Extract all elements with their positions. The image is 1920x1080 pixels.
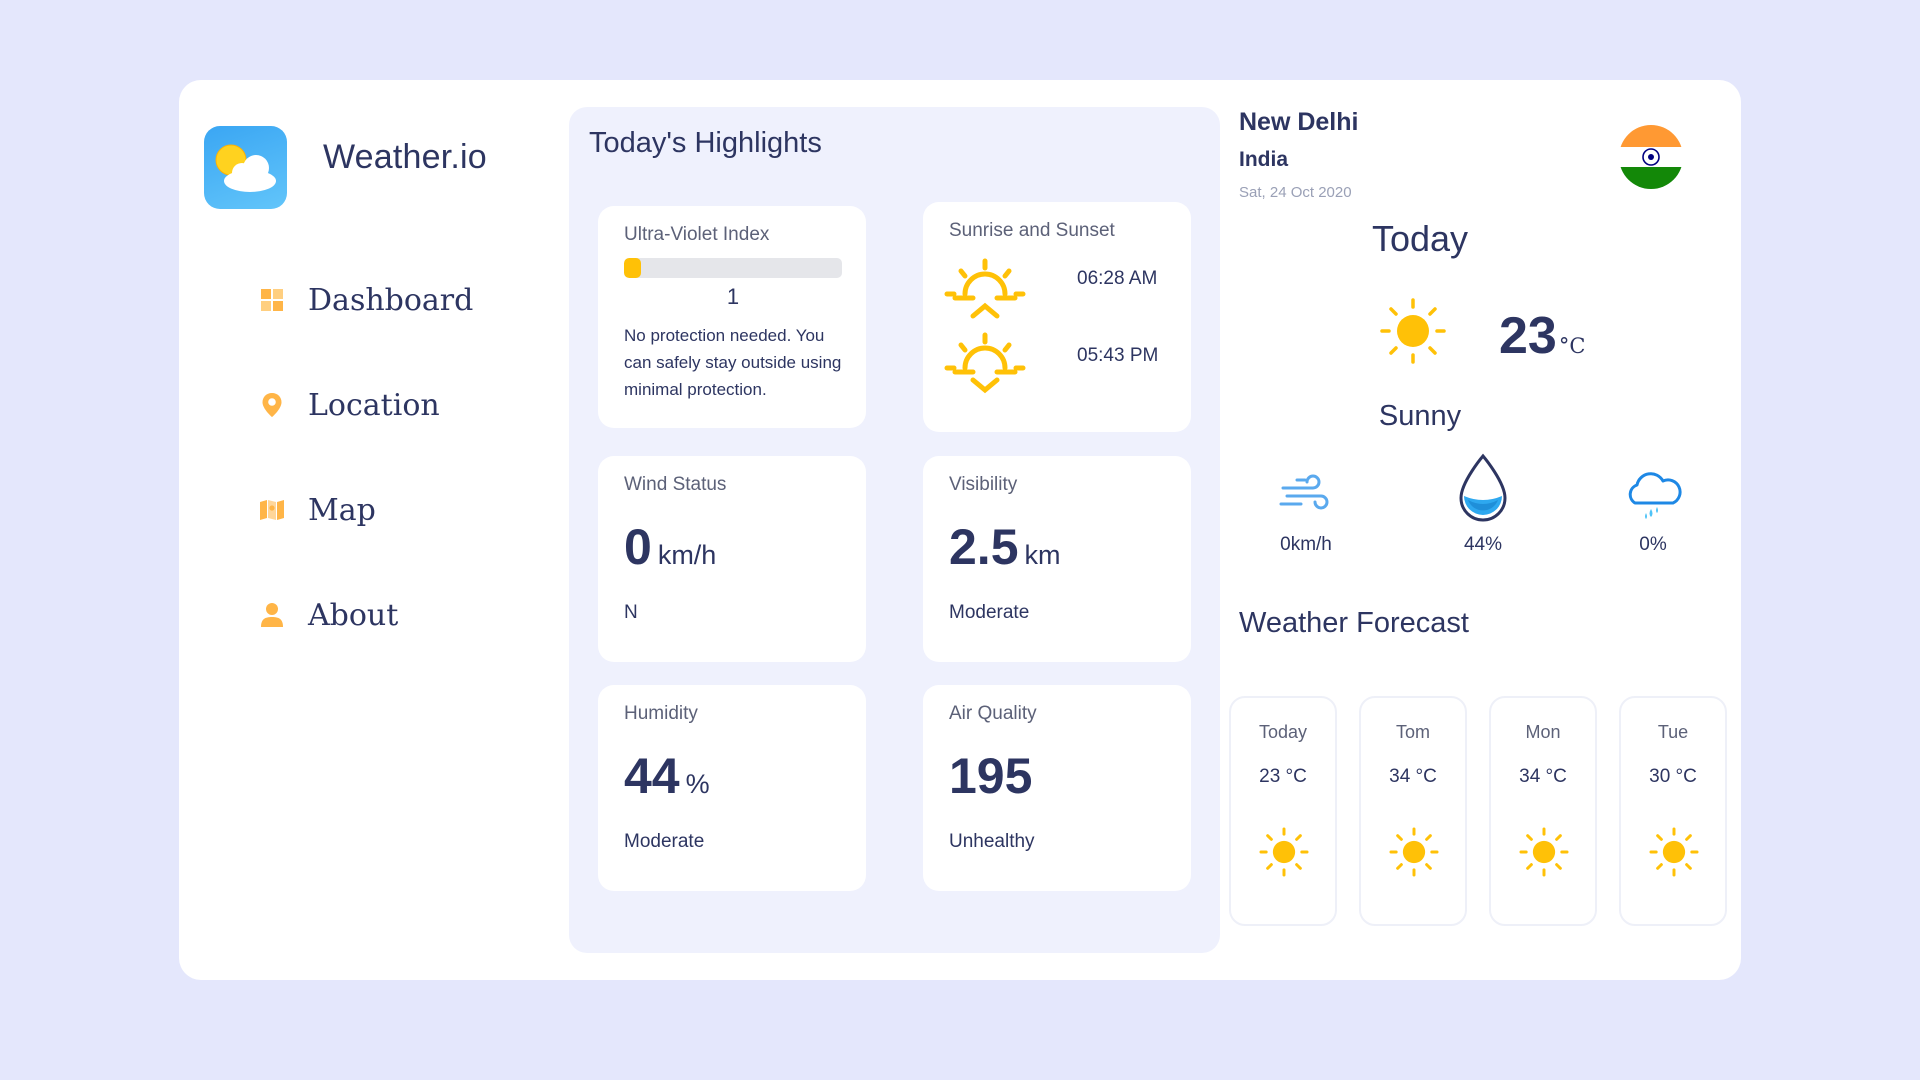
uv-progress-fill — [624, 258, 642, 278]
precipitation-stat: 0% — [1639, 534, 1667, 555]
air-quality-value: 195 — [949, 748, 1033, 804]
sun-icon — [1388, 826, 1440, 883]
forecast-temp: 30 °C — [1649, 766, 1697, 787]
sidebar-item-about[interactable]: About — [259, 595, 398, 635]
humidity-unit: % — [685, 769, 710, 799]
forecast-day: Today — [1258, 722, 1308, 742]
wind-speed: 0 — [624, 519, 652, 575]
sunset-icon — [943, 332, 1027, 409]
sun-icon — [1258, 826, 1310, 883]
uv-value: 1 — [726, 284, 740, 309]
card-title: Sunrise and Sunset — [949, 220, 1115, 241]
app-window: Weather.io Dashboard Location Map About … — [179, 80, 1741, 980]
wind-icon — [1277, 468, 1335, 523]
country-name: India — [1239, 148, 1289, 171]
sun-icon — [1518, 826, 1570, 883]
humidity-card: Humidity 44% Moderate — [598, 685, 866, 891]
sidebar-item-label: Map — [308, 492, 376, 528]
sun-icon — [1648, 826, 1700, 883]
highlights-panel: Today's Highlights Ultra-Violet Index 1 … — [569, 107, 1220, 953]
air-quality-status: Unhealthy — [949, 831, 1035, 852]
wind-unit: km/h — [657, 540, 717, 570]
visibility-number: 2.5 — [949, 519, 1019, 575]
card-title: Wind Status — [624, 474, 727, 495]
humidity-status: Moderate — [624, 831, 705, 852]
humidity-stat: 44% — [1463, 534, 1503, 555]
wind-speed-stat: 0km/h — [1280, 534, 1332, 555]
city-name: New Delhi — [1239, 108, 1359, 136]
visibility-card: Visibility 2.5 km Moderate — [923, 456, 1191, 662]
rain-cloud-icon — [1621, 467, 1685, 536]
forecast-card[interactable]: Today 23 °C — [1229, 696, 1337, 926]
app-name: Weather.io — [323, 138, 487, 176]
sidebar-item-map[interactable]: Map — [259, 490, 376, 530]
forecast-temp: 34 °C — [1389, 766, 1437, 787]
forecast-card[interactable]: Tom 34 °C — [1359, 696, 1467, 926]
today-heading: Today — [1371, 218, 1469, 259]
wind-status-card: Wind Status 0 km/h N — [598, 456, 866, 662]
card-title: Ultra-Violet Index — [624, 224, 770, 245]
visibility-value: 2.5 km — [949, 518, 1061, 576]
forecast-day: Tue — [1657, 722, 1689, 742]
forecast-temp: 23 °C — [1259, 766, 1307, 787]
forecast-day: Tom — [1395, 722, 1430, 742]
uv-progress-bar — [624, 258, 842, 278]
user-icon — [259, 602, 285, 628]
visibility-status: Moderate — [949, 602, 1030, 623]
uv-index-card: Ultra-Violet Index 1 No protection neede… — [598, 206, 866, 428]
sunset-time: 05:43 PM — [1077, 345, 1159, 366]
temperature-unit: °C — [1558, 334, 1586, 358]
current-date: Sat, 24 Oct 2020 — [1239, 184, 1352, 201]
temperature-value: 23 — [1499, 307, 1557, 365]
grid-icon — [259, 287, 285, 313]
wind-value: 0 km/h — [624, 518, 716, 576]
card-title: Air Quality — [949, 703, 1037, 724]
air-quality-card: Air Quality 195 Unhealthy — [923, 685, 1191, 891]
wind-direction: N — [624, 602, 638, 623]
sunrise-time: 06:28 AM — [1077, 268, 1158, 289]
sidebar-item-location[interactable]: Location — [259, 385, 440, 425]
sun-icon — [1378, 296, 1448, 371]
sunrise-icon — [943, 258, 1027, 329]
sidebar-item-label: About — [308, 597, 399, 633]
forecast-title: Weather Forecast — [1239, 607, 1469, 639]
forecast-day: Mon — [1525, 722, 1561, 742]
sidebar-item-label: Dashboard — [308, 282, 474, 318]
humidity-drop-icon — [1455, 452, 1511, 529]
map-icon — [259, 497, 285, 523]
visibility-unit: km — [1024, 540, 1061, 570]
humidity-value: 44% — [624, 747, 710, 805]
card-title: Humidity — [624, 703, 698, 724]
weather-condition: Sunny — [1378, 400, 1462, 432]
sunrise-sunset-card: Sunrise and Sunset 06:28 AM 05:43 PM — [923, 202, 1191, 432]
card-title: Visibility — [949, 474, 1018, 495]
forecast-card[interactable]: Tue 30 °C — [1619, 696, 1727, 926]
forecast-temp: 34 °C — [1519, 766, 1567, 787]
location-pin-icon — [259, 392, 285, 418]
humidity-number: 44 — [624, 748, 680, 804]
sidebar-item-label: Location — [308, 387, 440, 423]
highlights-title: Today's Highlights — [589, 127, 822, 159]
uv-description: No protection needed. You can safely sta… — [624, 326, 842, 399]
forecast-card[interactable]: Mon 34 °C — [1489, 696, 1597, 926]
sidebar-item-dashboard[interactable]: Dashboard — [259, 280, 473, 320]
india-flag-icon — [1619, 125, 1683, 189]
current-temperature: 23°C — [1499, 306, 1585, 366]
app-logo-icon — [204, 126, 287, 209]
